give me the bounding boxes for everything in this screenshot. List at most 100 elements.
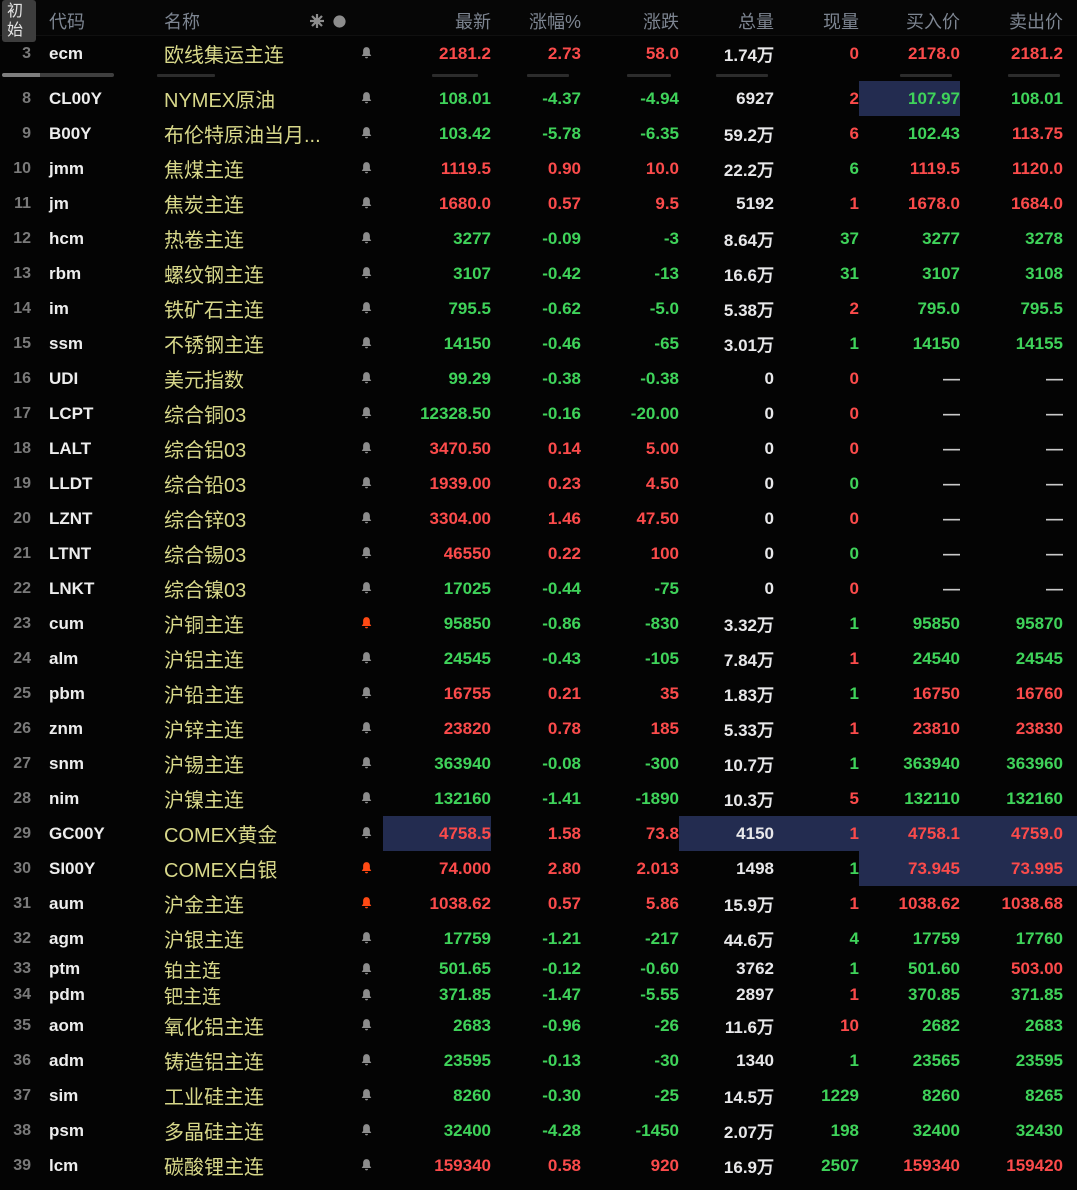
alert-bell-icon[interactable]: [349, 466, 383, 501]
table-row[interactable]: 12 hcm 热卷主连 3277 -0.09 -3 8.64万 37 3277 …: [0, 221, 1077, 256]
table-row[interactable]: 21 LTNT 综合锡03 46550 0.22 100 0 0 — —: [0, 536, 1077, 571]
table-row[interactable]: 27 snm 沪锡主连 363940 -0.08 -300 10.7万 1 36…: [0, 746, 1077, 781]
cell-pct: 0.22: [491, 536, 581, 571]
cell-latest: 46550: [383, 536, 491, 571]
alert-bell-icon[interactable]: [349, 886, 383, 921]
table-row[interactable]: 19 LLDT 综合铅03 1939.00 0.23 4.50 0 0 — —: [0, 466, 1077, 501]
partial-row-sliver: [0, 71, 1077, 81]
cell-cur: 0: [774, 571, 859, 606]
table-row[interactable]: 28 nim 沪镍主连 132160 -1.41 -1890 10.3万 5 1…: [0, 781, 1077, 816]
cell-vol: 0: [679, 396, 774, 431]
alert-bell-icon[interactable]: [349, 816, 383, 851]
table-row[interactable]: 36 adm 铸造铝主连 23595 -0.13 -30 1340 1 2356…: [0, 1043, 1077, 1078]
alert-bell-icon[interactable]: [349, 746, 383, 781]
instrument-code: jmm: [36, 151, 144, 186]
table-row[interactable]: 29 GC00Y COMEX黄金 4758.5 1.58 73.8 4150 1…: [0, 816, 1077, 851]
cell-cur: 1: [774, 956, 859, 982]
alert-bell-icon[interactable]: [349, 431, 383, 466]
alert-bell-icon[interactable]: [349, 221, 383, 256]
alert-bell-icon[interactable]: [349, 116, 383, 151]
instrument-name: 碳酸锂主连: [144, 1148, 349, 1183]
alert-bell-icon[interactable]: [349, 1148, 383, 1183]
alert-bell-icon[interactable]: [349, 501, 383, 536]
table-row[interactable]: 3 ecm 欧线集运主连 2181.2 2.73 58.0 1.74万 0 21…: [0, 36, 1077, 71]
table-row[interactable]: 16 UDI 美元指数 99.29 -0.38 -0.38 0 0 — —: [0, 361, 1077, 396]
cell-ask: 2181.2: [960, 36, 1077, 71]
cell-vol: 0: [679, 571, 774, 606]
table-row[interactable]: 37 sim 工业硅主连 8260 -0.30 -25 14.5万 1229 8…: [0, 1078, 1077, 1113]
instrument-code: aom: [36, 1008, 144, 1043]
table-row[interactable]: 18 LALT 综合铝03 3470.50 0.14 5.00 0 0 — —: [0, 431, 1077, 466]
instrument-name: 沪铝主连: [144, 641, 349, 676]
cell-ask: 17760: [960, 921, 1077, 956]
table-row[interactable]: 25 pbm 沪铅主连 16755 0.21 35 1.83万 1 16750 …: [0, 676, 1077, 711]
alert-bell-icon[interactable]: [349, 536, 383, 571]
alert-bell-icon[interactable]: [349, 1043, 383, 1078]
alert-bell-icon[interactable]: [349, 291, 383, 326]
table-row[interactable]: 13 rbm 螺纹钢主连 3107 -0.42 -13 16.6万 31 310…: [0, 256, 1077, 291]
alert-bell-icon[interactable]: [349, 956, 383, 982]
table-row[interactable]: 10 jmm 焦煤主连 1119.5 0.90 10.0 22.2万 6 111…: [0, 151, 1077, 186]
alert-bell-icon[interactable]: [349, 571, 383, 606]
alert-bell-icon[interactable]: [349, 1078, 383, 1113]
alert-bell-icon[interactable]: [349, 151, 383, 186]
table-row[interactable]: 33 ptm 铂主连 501.65 -0.12 -0.60 3762 1 501…: [0, 956, 1077, 982]
alert-bell-icon[interactable]: [349, 186, 383, 221]
cell-latest: 1119.5: [383, 151, 491, 186]
alert-bell-icon[interactable]: [349, 606, 383, 641]
table-row[interactable]: 38 psm 多晶硅主连 32400 -4.28 -1450 2.07万 198…: [0, 1113, 1077, 1148]
table-row[interactable]: 24 alm 沪铝主连 24545 -0.43 -105 7.84万 1 245…: [0, 641, 1077, 676]
table-row[interactable]: 34 pdm 钯主连 371.85 -1.47 -5.55 2897 1 370…: [0, 982, 1077, 1008]
table-row[interactable]: 14 im 铁矿石主连 795.5 -0.62 -5.0 5.38万 2 795…: [0, 291, 1077, 326]
circle-icon[interactable]: [332, 14, 347, 29]
alert-bell-icon[interactable]: [349, 396, 383, 431]
table-row[interactable]: 31 aum 沪金主连 1038.62 0.57 5.86 15.9万 1 10…: [0, 886, 1077, 921]
table-row[interactable]: 9 B00Y 布伦特原油当月... 103.42 -5.78 -6.35 59.…: [0, 116, 1077, 151]
table-row[interactable]: 26 znm 沪锌主连 23820 0.78 185 5.33万 1 23810…: [0, 711, 1077, 746]
cell-ask: 503.00: [960, 956, 1077, 982]
cell-pct: 0.90: [491, 151, 581, 186]
alert-bell-icon[interactable]: [349, 781, 383, 816]
cell-ask: —: [960, 536, 1077, 571]
instrument-name: 焦煤主连: [144, 151, 349, 186]
table-row[interactable]: 32 agm 沪银主连 17759 -1.21 -217 44.6万 4 177…: [0, 921, 1077, 956]
table-row[interactable]: 23 cum 沪铜主连 95850 -0.86 -830 3.32万 1 958…: [0, 606, 1077, 641]
settings-burst-icon[interactable]: [309, 13, 325, 29]
cell-vol: 2.07万: [679, 1113, 774, 1148]
cell-cur: 1: [774, 326, 859, 361]
alert-bell-icon[interactable]: [349, 711, 383, 746]
alert-bell-icon[interactable]: [349, 256, 383, 291]
cell-cur: 198: [774, 1113, 859, 1148]
table-row[interactable]: 11 jm 焦炭主连 1680.0 0.57 9.5 5192 1 1678.0…: [0, 186, 1077, 221]
cell-latest: 3277: [383, 221, 491, 256]
table-row[interactable]: 30 SI00Y COMEX白银 74.000 2.80 2.013 1498 …: [0, 851, 1077, 886]
instrument-code: snm: [36, 746, 144, 781]
alert-bell-icon[interactable]: [349, 982, 383, 1008]
table-row[interactable]: 22 LNKT 综合镍03 17025 -0.44 -75 0 0 — —: [0, 571, 1077, 606]
alert-bell-icon[interactable]: [349, 676, 383, 711]
alert-bell-icon[interactable]: [349, 1008, 383, 1043]
table-row[interactable]: 35 aom 氧化铝主连 2683 -0.96 -26 11.6万 10 268…: [0, 1008, 1077, 1043]
table-row[interactable]: 15 ssm 不锈钢主连 14150 -0.46 -65 3.01万 1 141…: [0, 326, 1077, 361]
cell-bid: —: [859, 361, 960, 396]
alert-bell-icon[interactable]: [349, 326, 383, 361]
alert-bell-icon[interactable]: [349, 81, 383, 116]
alert-bell-icon[interactable]: [349, 641, 383, 676]
alert-bell-icon[interactable]: [349, 851, 383, 886]
table-row[interactable]: 20 LZNT 综合锌03 3304.00 1.46 47.50 0 0 — —: [0, 501, 1077, 536]
alert-bell-icon[interactable]: [349, 361, 383, 396]
cell-chg: -30: [581, 1043, 679, 1078]
alert-bell-icon[interactable]: [349, 1113, 383, 1148]
cell-vol: 5.38万: [679, 291, 774, 326]
instrument-name: 综合铜03: [144, 396, 349, 431]
table-row[interactable]: 8 CL00Y NYMEX原油 108.01 -4.37 -4.94 6927 …: [0, 81, 1077, 116]
alert-bell-icon[interactable]: [349, 36, 383, 71]
table-row[interactable]: 17 LCPT 综合铜03 12328.50 -0.16 -20.00 0 0 …: [0, 396, 1077, 431]
table-row[interactable]: 39 lcm 碳酸锂主连 159340 0.58 920 16.9万 2507 …: [0, 1148, 1077, 1183]
row-index: 35: [0, 1008, 36, 1043]
instrument-name: 热卷主连: [144, 221, 349, 256]
cell-vol: 3.01万: [679, 326, 774, 361]
cell-pct: -0.30: [491, 1078, 581, 1113]
alert-bell-icon[interactable]: [349, 921, 383, 956]
instrument-code: LALT: [36, 431, 144, 466]
